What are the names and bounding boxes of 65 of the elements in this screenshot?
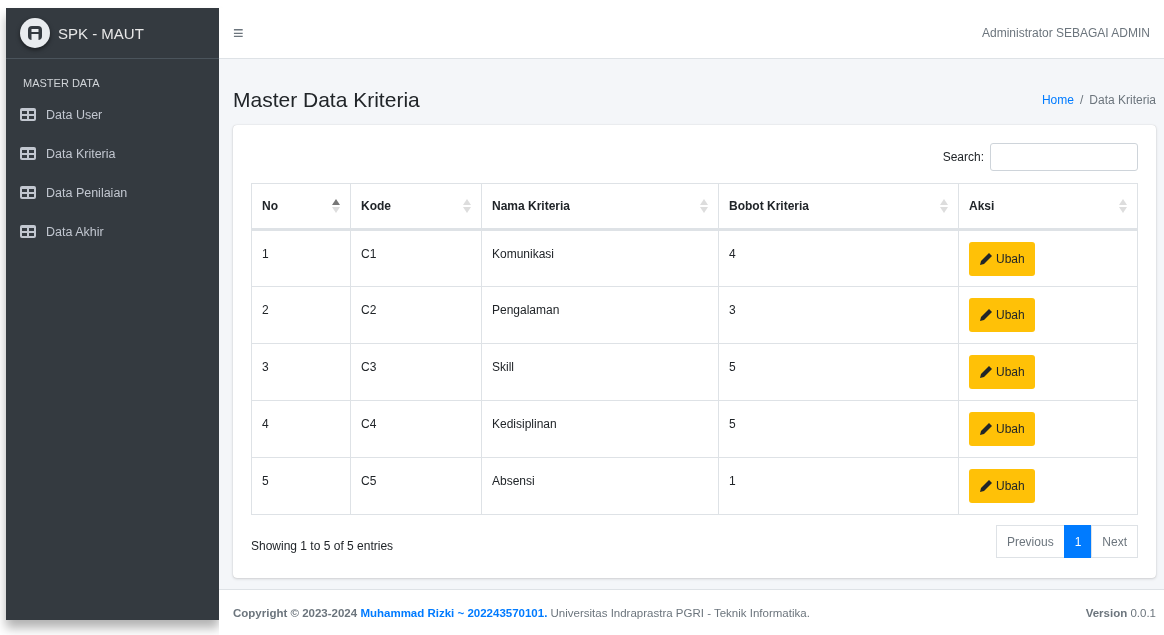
table-cell: 3 — [251, 343, 351, 401]
table-cell: 4 — [718, 229, 959, 287]
table-cell: 5 — [718, 400, 959, 458]
sidebar-item[interactable]: Data Penilaian — [6, 173, 219, 212]
sidebar-item-label: Data User — [46, 107, 103, 122]
table-cell: Komunikasi — [481, 229, 719, 287]
table-cell: 1 — [718, 457, 959, 515]
copyright-text: Copyright © 2023-2024 Muhammad Rizki ~ 202243570101. Universitas Indraprastra PGRI - Teknik Informatika. — [233, 606, 810, 619]
breadcrumb-link[interactable]: Home — [1041, 93, 1074, 107]
sidebar-item-label: Data Kriteria — [46, 146, 116, 161]
table-icon — [20, 225, 36, 238]
column-header[interactable]: Kode — [350, 183, 482, 230]
table-cell: C1 — [350, 229, 482, 287]
pencil-icon — [979, 365, 993, 379]
edit-button[interactable]: Ubah — [969, 355, 1035, 389]
column-header[interactable]: Bobot Kriteria — [718, 183, 959, 230]
table-cell: Absensi — [481, 457, 719, 515]
brand-title[interactable]: SPK - MAUT — [58, 24, 144, 42]
table-cell: 3 — [718, 286, 959, 344]
sidebar-item-label: Data Penilaian — [46, 185, 128, 200]
entries-info: Showing 1 to 5 of 5 entries — [251, 537, 394, 553]
sidebar-item[interactable]: Data Kriteria — [6, 134, 219, 173]
pencil-icon — [979, 308, 993, 322]
table-icon — [20, 108, 36, 121]
edit-button[interactable]: Ubah — [969, 412, 1035, 446]
logo-icon — [20, 18, 50, 48]
pencil-icon — [979, 422, 993, 436]
table-cell: 4 — [251, 400, 351, 458]
pencil-icon — [979, 479, 993, 493]
sidebar-item[interactable]: Data Akhir — [6, 212, 219, 251]
column-header[interactable]: Nama Kriteria — [481, 183, 719, 230]
previous-button[interactable]: Previous — [995, 525, 1065, 558]
table-cell: Kedisiplinan — [481, 400, 719, 458]
search-label: Search: — [942, 150, 984, 164]
sidebar-item-label: Data Akhir — [46, 224, 104, 239]
column-header[interactable]: Aksi — [958, 183, 1138, 230]
pencil-icon — [979, 251, 993, 266]
breadcrumb-separator: / — [1079, 93, 1084, 107]
table-cell: 2 — [251, 286, 351, 344]
table-icon — [20, 147, 36, 160]
table-cell: C4 — [350, 400, 482, 458]
search-field[interactable] — [990, 143, 1138, 171]
sidebar-item[interactable]: Data User — [6, 95, 219, 134]
next-button[interactable]: Next — [1091, 525, 1138, 558]
user-label[interactable]: Administrator SEBAGAI ADMIN — [981, 26, 1150, 40]
page-title: Master Data Kriteria — [233, 88, 420, 112]
sidebar-section-label: MASTER DATA — [22, 76, 101, 91]
edit-button[interactable]: Ubah — [969, 241, 1035, 276]
author-link[interactable]: Muhammad Rizki ~ 202243570101. — [360, 606, 548, 619]
table-cell: C5 — [350, 457, 482, 515]
table-cell: 1 — [251, 229, 351, 287]
menu-icon[interactable]: ≡ — [233, 22, 244, 44]
table-cell: 5 — [718, 343, 959, 401]
table-cell: 5 — [251, 457, 351, 515]
edit-button[interactable]: Ubah — [969, 469, 1035, 503]
table-cell: Skill — [481, 343, 719, 401]
breadcrumb-current: Data Kriteria — [1089, 93, 1156, 107]
column-header[interactable]: No — [251, 183, 351, 230]
edit-button[interactable]: Ubah — [969, 298, 1035, 332]
table-cell: C3 — [350, 343, 482, 401]
sort-icon[interactable] — [332, 199, 340, 213]
table-icon — [20, 186, 36, 199]
version-text: Version 0.0.1 — [1085, 606, 1156, 619]
table-cell: C2 — [350, 286, 482, 344]
table-cell: Pengalaman — [481, 286, 719, 344]
